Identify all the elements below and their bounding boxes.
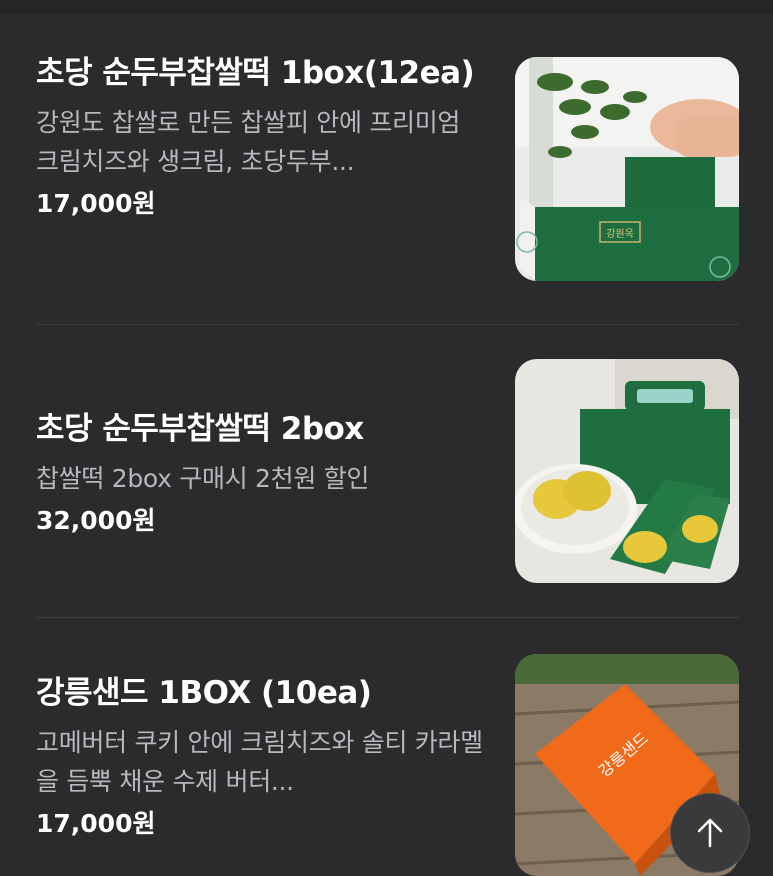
product-text: 초당 순두부찹쌀떡 2box 찹쌀떡 2box 구매시 2천원 할인 32,00…: [36, 403, 486, 538]
product-price: 17,000원: [36, 189, 156, 218]
top-bar: [0, 0, 773, 14]
product-image[interactable]: 강원옥: [515, 57, 739, 281]
product-title: 초당 순두부찹쌀떡 1box(12ea): [36, 55, 475, 91]
gift-box-hand-photo: 강원옥: [515, 57, 739, 281]
scroll-to-top-button[interactable]: [670, 793, 750, 873]
product-description: 고메버터 쿠키 안에 크림치즈와 솔티 카라멜을 듬뿍 채운 수제 버터...: [36, 728, 483, 796]
box-brand-text: 강원옥: [606, 228, 634, 240]
product-price: 32,000원: [36, 506, 156, 535]
product-item[interactable]: 초당 순두부찹쌀떡 2box 찹쌀떡 2box 구매시 2천원 할인 32,00…: [0, 325, 773, 617]
product-description: 찹쌀떡 2box 구매시 2천원 할인: [36, 464, 370, 493]
product-item[interactable]: 강릉샌드 1BOX (10ea) 고메버터 쿠키 안에 크림치즈와 솔티 카라멜…: [0, 618, 773, 876]
product-price: 17,000원: [36, 809, 156, 838]
product-image[interactable]: [515, 359, 739, 583]
product-text: 초당 순두부찹쌀떡 1box(12ea) 강원도 찹쌀로 만든 찹쌀피 안에 프…: [36, 47, 486, 221]
product-title: 강릉샌드 1BOX (10ea): [36, 675, 372, 711]
product-item[interactable]: 초당 순두부찹쌀떡 1box(12ea) 강원도 찹쌀로 만든 찹쌀피 안에 프…: [0, 14, 773, 324]
product-title: 초당 순두부찹쌀떡 2box: [36, 411, 364, 447]
rice-cake-box-photo: [515, 359, 739, 583]
product-text: 강릉샌드 1BOX (10ea) 고메버터 쿠키 안에 크림치즈와 솔티 카라멜…: [36, 667, 486, 841]
arrow-up-icon: [697, 818, 723, 848]
product-description: 강원도 찹쌀로 만든 찹쌀피 안에 프리미엄 크림치즈와 생크림, 초당두부..…: [36, 108, 461, 176]
